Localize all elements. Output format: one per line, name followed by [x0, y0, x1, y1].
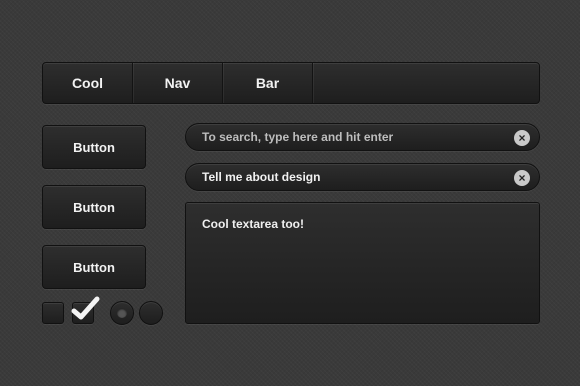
- checkmark-icon: [71, 296, 100, 320]
- design-input[interactable]: Tell me about design ×: [185, 163, 540, 191]
- checkbox-checked[interactable]: [71, 296, 100, 324]
- close-circle-icon[interactable]: ×: [514, 130, 530, 146]
- textarea-value: Cool textarea too!: [202, 217, 305, 231]
- checkbox-unchecked[interactable]: [42, 302, 64, 324]
- nav-item-nav[interactable]: Nav: [133, 63, 223, 103]
- textarea[interactable]: Cool textarea too!: [185, 202, 540, 324]
- design-input-value: Tell me about design: [202, 170, 321, 184]
- nav-item-cool[interactable]: Cool: [43, 63, 133, 103]
- button-3[interactable]: Button: [42, 245, 146, 289]
- button-2[interactable]: Button: [42, 185, 146, 229]
- radio-selected[interactable]: [110, 301, 134, 325]
- radio-dot: [117, 308, 127, 318]
- search-input[interactable]: To search, type here and hit enter ×: [185, 123, 540, 151]
- nav-bar: Cool Nav Bar: [42, 62, 540, 104]
- close-circle-icon[interactable]: ×: [514, 170, 530, 186]
- search-placeholder: To search, type here and hit enter: [202, 130, 394, 144]
- radio-unselected[interactable]: [139, 301, 163, 325]
- button-1[interactable]: Button: [42, 125, 146, 169]
- nav-item-bar[interactable]: Bar: [223, 63, 313, 103]
